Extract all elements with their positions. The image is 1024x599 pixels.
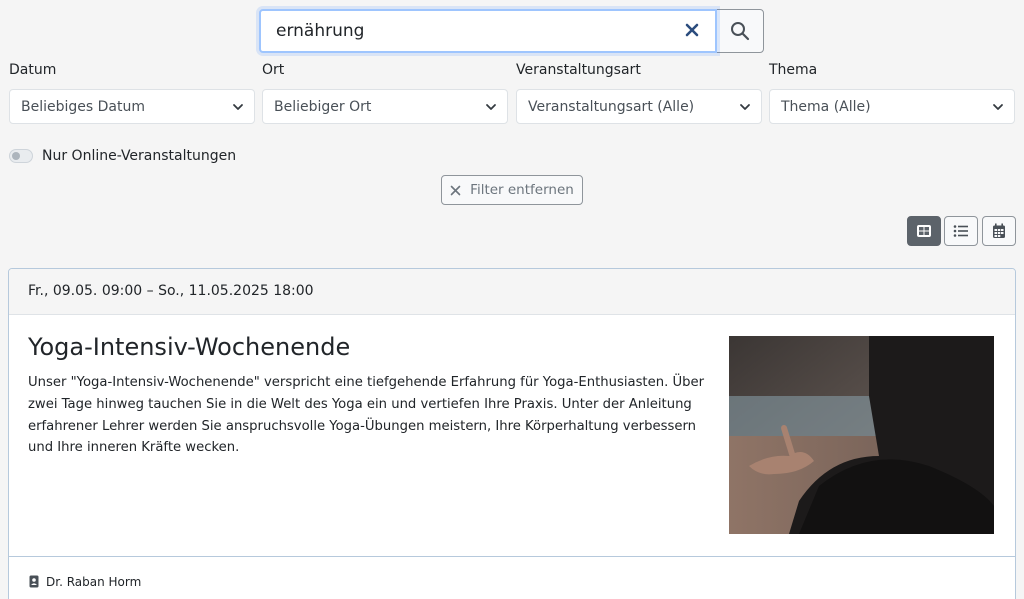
filter-label-thema: Thema — [769, 62, 818, 78]
select-value-ort: Beliebiger Ort — [274, 98, 372, 115]
list-view-icon — [953, 225, 968, 237]
select-thema[interactable]: Thema (Alle) — [769, 89, 1015, 124]
search-field-wrapper — [259, 9, 717, 53]
event-image[interactable] — [729, 336, 994, 534]
close-icon[interactable] — [683, 21, 701, 39]
chevron-down-icon — [233, 103, 243, 110]
chevron-down-icon — [486, 103, 496, 110]
select-value-thema: Thema (Alle) — [781, 98, 871, 115]
online-only-label: Nur Online-Veranstaltungen — [42, 148, 237, 164]
search-button[interactable] — [716, 9, 764, 53]
event-description: Unser "Yoga-Intensiv-Wochenende" verspri… — [28, 375, 705, 456]
filter-thema: Thema Thema (Alle) — [769, 62, 1015, 124]
filter-label-veranstaltungsart: Veranstaltungsart — [516, 62, 641, 78]
event-card-body: Yoga-Intensiv-Wochenende Unser "Yoga-Int… — [9, 315, 1015, 556]
select-value-veranstaltungsart: Veranstaltungsart (Alle) — [528, 98, 695, 115]
select-ort[interactable]: Beliebiger Ort — [262, 89, 508, 124]
event-card-footer: Dr. Raban Horm — [9, 556, 1015, 599]
calendar-view-icon — [993, 223, 1005, 238]
select-value-datum: Beliebiges Datum — [21, 98, 145, 115]
remove-filter-button[interactable]: Filter entfernen — [441, 175, 583, 205]
search-bar — [259, 9, 764, 53]
grid-view-icon — [917, 225, 931, 237]
grid-view-button[interactable] — [907, 216, 941, 246]
person-badge-icon — [29, 575, 39, 588]
remove-filter-label: Filter entfernen — [470, 182, 574, 198]
event-date: Fr., 09.05. 09:00 – So., 11.05.2025 18:0… — [28, 283, 314, 299]
select-veranstaltungsart[interactable]: Veranstaltungsart (Alle) — [516, 89, 762, 124]
close-icon — [450, 185, 461, 195]
filter-veranstaltungsart: Veranstaltungsart Veranstaltungsart (All… — [516, 62, 762, 124]
search-input[interactable] — [261, 11, 661, 51]
online-only-toggle-row: Nur Online-Veranstaltungen — [9, 148, 236, 164]
list-view-button[interactable] — [944, 216, 978, 246]
filter-label-ort: Ort — [262, 62, 285, 78]
event-title[interactable]: Yoga-Intensiv-Wochenende — [28, 333, 350, 361]
select-datum[interactable]: Beliebiges Datum — [9, 89, 255, 124]
chevron-down-icon — [740, 103, 750, 110]
event-card[interactable]: Fr., 09.05. 09:00 – So., 11.05.2025 18:0… — [8, 268, 1016, 599]
online-only-toggle[interactable] — [9, 149, 33, 163]
filter-datum: Datum Beliebiges Datum — [9, 62, 255, 124]
chevron-down-icon — [993, 103, 1003, 110]
filter-label-datum: Datum — [9, 62, 57, 78]
event-date-header: Fr., 09.05. 09:00 – So., 11.05.2025 18:0… — [9, 269, 1015, 315]
filter-ort: Ort Beliebiger Ort — [262, 62, 508, 124]
search-icon — [731, 22, 750, 41]
event-instructor: Dr. Raban Horm — [46, 574, 142, 589]
calendar-view-button[interactable] — [982, 216, 1016, 246]
